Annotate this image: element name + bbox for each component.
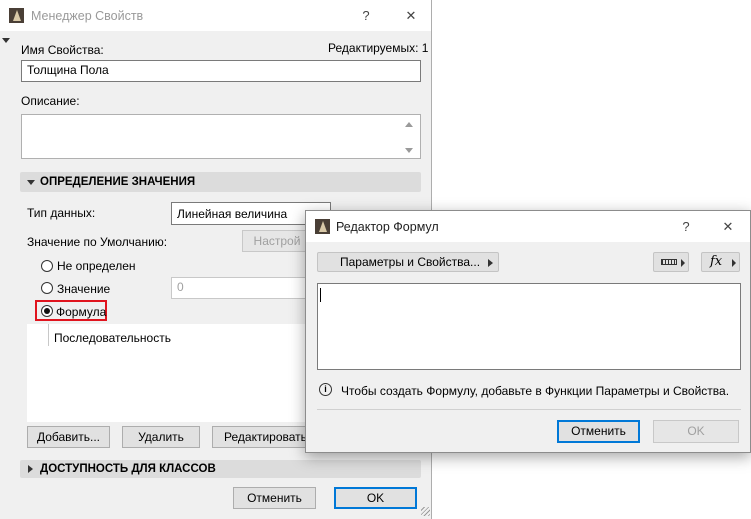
ruler-icon xyxy=(661,259,677,265)
radio-formula[interactable] xyxy=(41,305,53,317)
arrow-right-icon xyxy=(732,259,736,267)
default-value-label: Значение по Умолчанию: xyxy=(27,235,168,249)
editable-count: Редактируемых: 1 xyxy=(328,41,429,55)
edit-button[interactable]: Редактировать... xyxy=(212,426,317,448)
units-button[interactable] xyxy=(653,252,689,272)
scroll-down-icon[interactable] xyxy=(405,148,413,153)
radio-undefined-label: Не определен xyxy=(57,259,136,273)
close-button[interactable]: ✕ xyxy=(401,6,421,26)
radio-formula-label: Формула xyxy=(56,305,107,319)
formula-editor-window: Редактор Формул ? ✕ Параметры и Свойства… xyxy=(305,210,751,453)
window-title: Редактор Формул xyxy=(336,220,439,234)
function-icon: fx xyxy=(710,254,723,269)
availability-section[interactable]: ДОСТУПНОСТЬ ДЛЯ КЛАССОВ xyxy=(20,460,421,478)
sequence-panel: Последовательность xyxy=(27,324,312,422)
close-button[interactable]: ✕ xyxy=(718,217,738,237)
formula-input[interactable] xyxy=(317,283,741,370)
arrow-right-icon xyxy=(488,259,493,267)
value-definition-section[interactable]: ОПРЕДЕЛЕНИЕ ЗНАЧЕНИЯ xyxy=(20,172,421,192)
functions-button[interactable]: fx xyxy=(701,252,740,272)
section-title: ОПРЕДЕЛЕНИЕ ЗНАЧЕНИЯ xyxy=(40,176,196,188)
section-title: ДОСТУПНОСТЬ ДЛЯ КЛАССОВ xyxy=(40,463,216,475)
radio-value-label: Значение xyxy=(57,282,111,296)
delete-button[interactable]: Удалить xyxy=(122,426,200,448)
window-title: Менеджер Свойств xyxy=(31,9,144,23)
property-name-label: Имя Свойства: xyxy=(21,43,104,57)
ok-button[interactable]: OK xyxy=(334,487,417,509)
divider xyxy=(48,324,49,346)
info-text: Чтобы создать Формулу, добавьте в Функци… xyxy=(341,384,730,398)
collapse-arrow-icon[interactable] xyxy=(2,38,10,43)
help-button[interactable]: ? xyxy=(676,217,696,237)
help-button[interactable]: ? xyxy=(356,6,376,26)
text-cursor xyxy=(320,288,321,302)
title-bar: Редактор Формул ? ✕ xyxy=(306,211,750,242)
divider xyxy=(317,409,741,410)
property-name-input[interactable]: Толщина Пола xyxy=(21,60,421,82)
add-button[interactable]: Добавить... xyxy=(27,426,110,448)
data-type-label: Тип данных: xyxy=(27,206,96,220)
value-input[interactable]: 0 xyxy=(171,277,311,299)
description-input[interactable] xyxy=(21,114,421,159)
ok-button[interactable]: OK xyxy=(653,420,739,443)
params-properties-label: Параметры и Свойства... xyxy=(340,255,481,269)
sequence-label: Последовательность xyxy=(54,331,171,345)
cancel-button[interactable]: Отменить xyxy=(233,487,316,509)
app-icon xyxy=(9,8,24,23)
expand-right-icon xyxy=(28,465,33,473)
expand-down-icon xyxy=(27,180,35,185)
info-icon: i xyxy=(319,383,332,396)
setup-button[interactable]: Настрой xyxy=(242,230,312,252)
radio-value[interactable] xyxy=(41,282,53,294)
params-properties-button[interactable]: Параметры и Свойства... xyxy=(317,252,499,272)
cancel-button[interactable]: Отменить xyxy=(557,420,640,443)
app-icon xyxy=(315,219,330,234)
resize-grip-icon[interactable] xyxy=(421,507,430,516)
radio-undefined[interactable] xyxy=(41,260,53,272)
scroll-up-icon[interactable] xyxy=(405,122,413,127)
title-bar: Менеджер Свойств ? ✕ xyxy=(0,0,431,31)
description-label: Описание: xyxy=(21,94,80,108)
arrow-right-icon xyxy=(681,259,685,267)
